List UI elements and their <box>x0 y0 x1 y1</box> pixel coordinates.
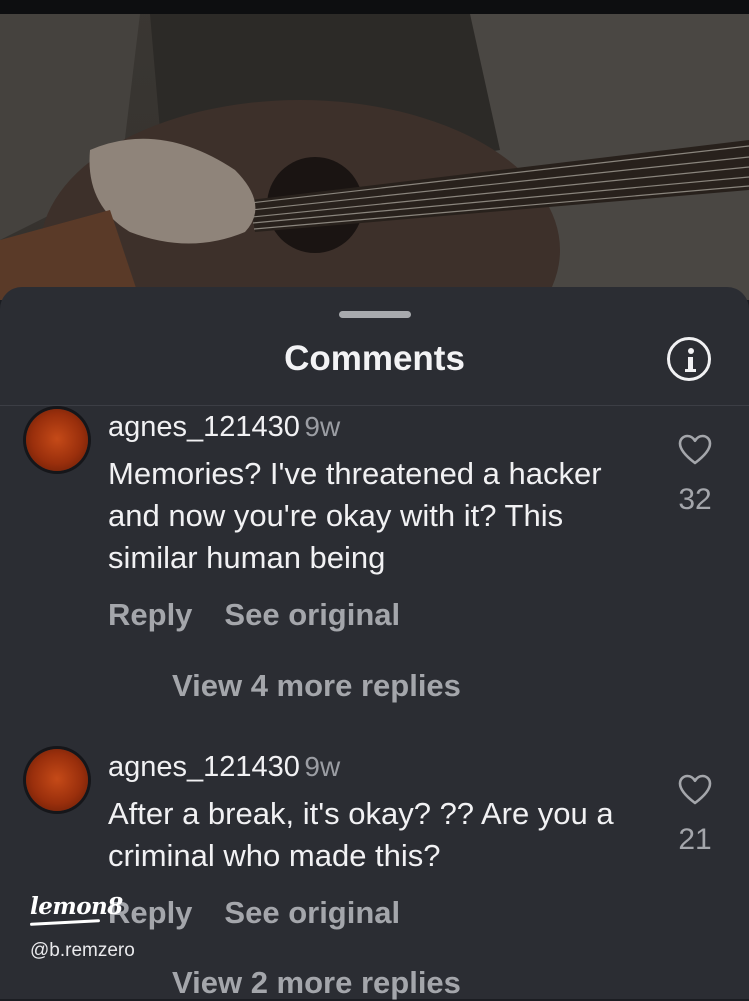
lemon8-logo: lemon8 <box>30 893 123 920</box>
view-more-replies-button[interactable]: View 4 more replies <box>172 668 461 704</box>
info-icon[interactable] <box>667 337 711 381</box>
comment-actions: Reply See original <box>108 895 400 931</box>
comment-username[interactable]: agnes_121430 <box>108 411 300 443</box>
avatar[interactable] <box>26 749 88 811</box>
guitar-video-frame <box>0 14 749 300</box>
see-original-button[interactable]: See original <box>224 597 400 632</box>
comment-text: Memories? I've threatened a hacker and n… <box>108 456 602 575</box>
divider <box>0 405 749 406</box>
heart-icon[interactable] <box>678 434 712 466</box>
video-background[interactable] <box>0 0 749 300</box>
heart-icon[interactable] <box>678 774 712 806</box>
comment-time: 9w <box>304 751 341 782</box>
logo-underline <box>29 919 101 926</box>
comment-actions: Reply See original <box>108 597 400 633</box>
avatar[interactable] <box>26 409 88 471</box>
lemon8-watermark: lemon8 @b.remzero <box>29 893 135 962</box>
comment-header: agnes_121430 9w <box>108 411 340 444</box>
see-original-button[interactable]: See original <box>224 895 400 930</box>
view-more-replies-button[interactable]: View 2 more replies <box>172 965 461 1001</box>
like-count: 21 <box>678 823 712 856</box>
drag-handle[interactable] <box>339 311 411 318</box>
sheet-title: Comments <box>284 339 465 378</box>
comment-username[interactable]: agnes_121430 <box>108 751 300 783</box>
like-count: 32 <box>678 483 712 516</box>
comment-text: After a break, it's okay? ?? Are you a c… <box>108 796 614 873</box>
watermark-handle: @b.remzero <box>30 940 135 961</box>
comment-header: agnes_121430 9w <box>108 751 340 784</box>
reply-button[interactable]: Reply <box>108 597 192 632</box>
comment-time: 9w <box>304 411 341 442</box>
